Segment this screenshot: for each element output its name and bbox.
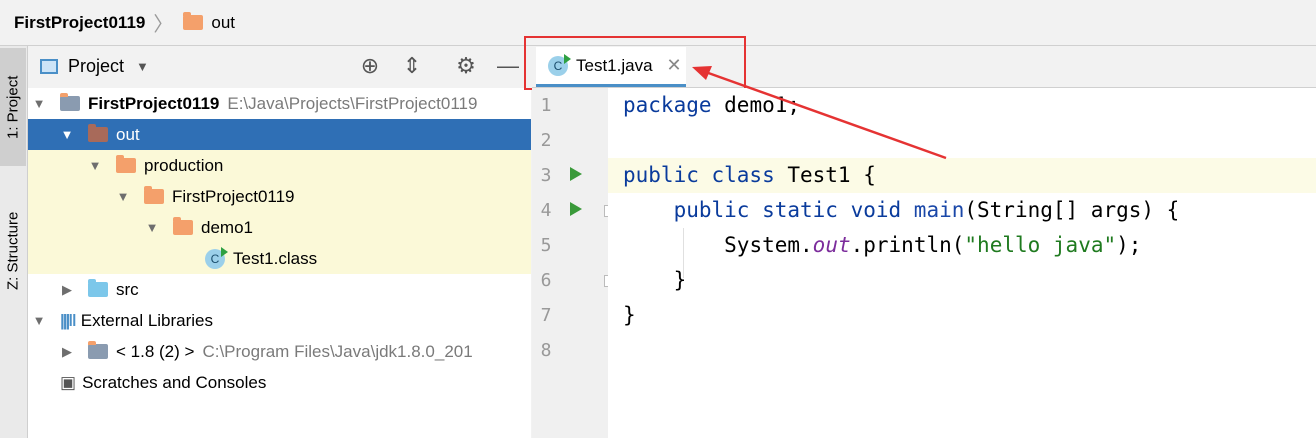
chevron-down-icon[interactable]: ▼ [136, 59, 149, 74]
tree-out-label: out [116, 124, 140, 144]
breadcrumb-out[interactable]: out [211, 13, 235, 33]
structure-tool-tab[interactable]: Z: Structure [0, 186, 26, 316]
library-icon: |||‖ [60, 310, 77, 330]
code-line: } [623, 303, 636, 327]
code-line: System.out.println("hello java"); [724, 233, 1142, 257]
breadcrumb-separator: 〉 [153, 14, 174, 36]
tree-production-label: production [144, 155, 224, 175]
tree-src-label: src [116, 279, 139, 299]
expand-triangle-icon[interactable]: ▶ [60, 282, 74, 298]
locate-icon[interactable]: ⊕ [355, 47, 385, 85]
tree-item-jdk[interactable]: ▶ < 1.8 (2) > C:\Program Files\Java\jdk1… [28, 336, 531, 367]
tree-root-label: FirstProject0119 [88, 93, 220, 113]
tree-item-src[interactable]: ▶ src [28, 274, 531, 305]
annotation-box [524, 36, 746, 90]
expand-triangle-icon[interactable]: ▼ [32, 96, 46, 111]
folder-icon [116, 155, 136, 173]
tree-item-scratches[interactable]: ▣ Scratches and Consoles [28, 367, 531, 398]
tree-item-root[interactable]: ▼ FirstProject0119 E:\Java\Projects\Firs… [28, 88, 531, 119]
run-class-icon[interactable] [570, 167, 582, 181]
tree-project-dir-label: FirstProject0119 [172, 186, 295, 206]
gear-icon[interactable]: ⚙ [451, 47, 481, 85]
folder-icon [173, 217, 193, 235]
tree-libraries-label: External Libraries [80, 310, 214, 330]
line-number: 7 [540, 305, 552, 326]
tree-item-external-libraries[interactable]: ▼ |||‖ External Libraries [28, 305, 531, 336]
tree-root-path: E:\Java\Projects\FirstProject0119 [227, 93, 478, 113]
tree-jdk-path: C:\Program Files\Java\jdk1.8.0_201 [202, 341, 473, 361]
expand-triangle-icon[interactable]: ▼ [145, 220, 159, 235]
panel-title[interactable]: Project [68, 56, 124, 77]
structure-tool-label: Z: Structure [4, 211, 22, 291]
expand-triangle-icon[interactable]: ▼ [32, 313, 46, 328]
hide-icon[interactable]: — [493, 47, 523, 85]
line-number: 3 [540, 165, 552, 186]
module-icon [60, 93, 80, 111]
folder-icon [144, 186, 164, 204]
line-number: 4 [540, 200, 552, 221]
collapse-all-icon[interactable]: ⇕ [397, 47, 427, 85]
project-tree: ▼ FirstProject0119 E:\Java\Projects\Firs… [28, 88, 531, 438]
expand-triangle-icon[interactable]: ▼ [88, 158, 102, 173]
project-view-icon [40, 58, 58, 74]
tree-item-production[interactable]: ▼ production [28, 150, 531, 181]
expand-triangle-icon[interactable]: ▶ [60, 344, 74, 360]
tree-jdk-label: < 1.8 (2) > [116, 341, 195, 361]
code-line: public static void main(String[] args) { [673, 198, 1180, 222]
line-number: 5 [540, 235, 552, 256]
code-editor[interactable]: package demo1; public class Test1 { publ… [608, 88, 1316, 438]
breadcrumb-project[interactable]: FirstProject0119 [14, 13, 145, 33]
tree-item-class-file[interactable]: C Test1.class [28, 243, 531, 274]
expand-triangle-icon[interactable]: ▼ [60, 127, 74, 142]
code-line: package demo1; [623, 93, 801, 117]
scratches-icon: ▣ [60, 372, 77, 392]
line-number: 1 [540, 95, 552, 116]
project-tool-tab[interactable]: 1: Project [0, 48, 26, 166]
line-number: 8 [540, 340, 552, 361]
folder-icon [88, 279, 108, 297]
tree-item-out[interactable]: ▼ out [28, 119, 531, 150]
code-line-current: public class Test1 { [608, 158, 1316, 193]
indent-guide [683, 228, 684, 278]
run-main-icon[interactable] [570, 202, 582, 216]
editor-gutter: 1 2 3 4 5 6 7 8 [532, 88, 616, 438]
tree-scratches-label: Scratches and Consoles [82, 372, 267, 392]
jdk-icon [88, 341, 108, 359]
tree-package-label: demo1 [201, 217, 253, 237]
expand-triangle-icon[interactable]: ▼ [116, 189, 130, 204]
tree-item-project-dir[interactable]: ▼ FirstProject0119 [28, 181, 531, 212]
tree-item-demo1[interactable]: ▼ demo1 [28, 212, 531, 243]
tree-class-label: Test1.class [233, 248, 318, 268]
project-tool-label: 1: Project [4, 75, 22, 139]
java-class-icon: C [205, 246, 228, 269]
project-panel-header: Project ▼ ⊕ ⇕ ⚙ — [28, 47, 531, 85]
line-number: 6 [540, 270, 552, 291]
folder-icon [88, 124, 108, 142]
folder-icon [183, 12, 204, 30]
left-tool-strip: 1: Project Z: Structure [0, 46, 28, 438]
line-number: 2 [540, 130, 552, 151]
code-line: } [623, 268, 687, 292]
